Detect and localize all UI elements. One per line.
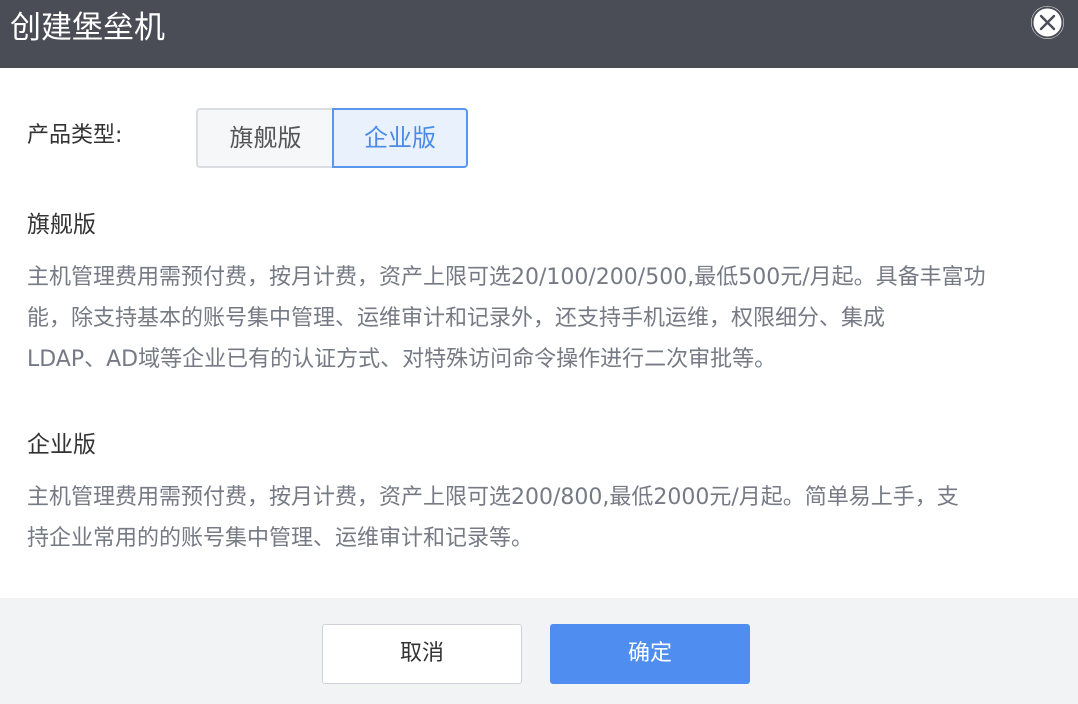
description-line: 主机管理费用需预付费，按月计费，资产上限可选200/800,最低2000元/月起… [27, 485, 959, 510]
enterprise-description: 主机管理费用需预付费，按月计费，资产上限可选200/800,最低2000元/月起… [27, 477, 1057, 559]
create-bastion-dialog: 创建堡垒机 产品类型: 旗舰版 企业版 旗舰版 主机管理费用需预付费，按月计费，… [0, 0, 1078, 704]
enterprise-section-title: 企业版 [27, 432, 96, 458]
close-icon[interactable] [1031, 6, 1064, 39]
product-type-option-flagship[interactable]: 旗舰版 [196, 108, 333, 168]
dialog-title: 创建堡垒机 [10, 10, 165, 46]
dialog-header: 创建堡垒机 [0, 0, 1078, 68]
description-line: LDAP、AD域等企业已有的认证方式、对特殊访问命令操作进行二次审批等。 [27, 347, 777, 372]
confirm-button[interactable]: 确定 [550, 624, 750, 684]
description-line: 主机管理费用需预付费，按月计费，资产上限可选20/100/200/500,最低5… [27, 265, 986, 290]
dialog-footer: 取消 确定 [0, 598, 1078, 704]
flagship-description: 主机管理费用需预付费，按月计费，资产上限可选20/100/200/500,最低5… [27, 257, 1057, 380]
product-type-label: 产品类型: [27, 123, 123, 148]
cancel-button[interactable]: 取消 [322, 624, 522, 684]
product-type-option-enterprise[interactable]: 企业版 [332, 108, 468, 168]
description-line: 能，除支持基本的账号集中管理、运维审计和记录外，还支持手机运维，权限细分、集成 [27, 306, 886, 331]
description-line: 持企业常用的的账号集中管理、运维审计和记录等。 [27, 526, 534, 551]
flagship-section-title: 旗舰版 [27, 212, 96, 238]
